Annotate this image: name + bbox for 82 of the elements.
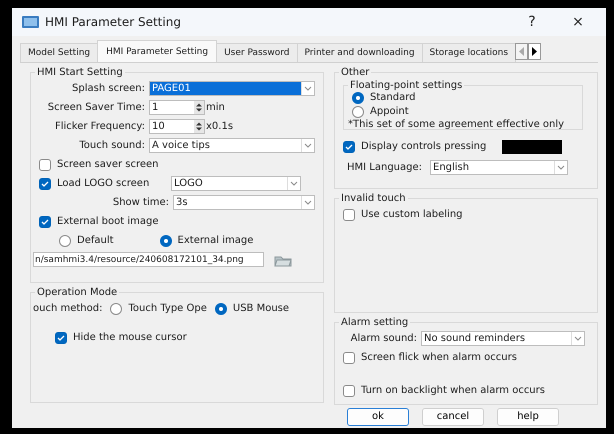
- checkbox-label: External boot image: [57, 216, 158, 228]
- check-icon: [41, 218, 49, 226]
- tab[interactable]: User Password: [216, 43, 298, 62]
- radio-button[interactable]: [214, 302, 227, 315]
- field-label: Flicker Frequency:: [54, 121, 145, 132]
- field-label: Splash screen:: [71, 83, 145, 94]
- unit-label: x0.1s: [206, 121, 234, 132]
- checkbox-label: Hide the mouse cursor: [73, 332, 187, 344]
- checkbox-label: Display controls pressing: [361, 141, 486, 152]
- dropdown-arrow-icon[interactable]: [554, 161, 567, 174]
- title-bar-button[interactable]: ×: [558, 8, 598, 36]
- dropdown[interactable]: PAGE01: [149, 81, 315, 96]
- checkbox[interactable]: [343, 352, 355, 364]
- dropdown-arrow-icon[interactable]: [301, 82, 314, 96]
- tab[interactable]: HMI Parameter Setting: [97, 40, 218, 62]
- checkbox[interactable]: [343, 384, 355, 397]
- unit-label: min: [206, 102, 225, 114]
- spin-field[interactable]: 1: [149, 100, 205, 116]
- radio-label: Default: [77, 235, 114, 246]
- radio-button[interactable]: [160, 234, 172, 247]
- spin-arrows-icon[interactable]: [194, 120, 204, 134]
- dialog-button[interactable]: ok: [347, 408, 409, 426]
- checkbox[interactable]: [343, 140, 355, 153]
- checkbox[interactable]: [39, 178, 51, 190]
- spin-field[interactable]: 10: [149, 119, 205, 134]
- app-icon: [22, 16, 39, 28]
- dropdown-arrow-icon[interactable]: [287, 177, 300, 190]
- field-label: Screen Saver Time:: [46, 102, 145, 114]
- spin-arrows-icon[interactable]: [194, 101, 204, 114]
- dropdown[interactable]: A voice tips: [149, 138, 315, 154]
- radio-label: External image: [178, 235, 254, 246]
- dropdown-arrow-icon[interactable]: [571, 332, 584, 346]
- right-triangle-icon: [531, 47, 538, 56]
- dropdown-arrow-icon[interactable]: [301, 196, 314, 210]
- check-icon: [41, 180, 49, 188]
- group-title: Other: [340, 67, 370, 78]
- field-label: Show time:: [112, 197, 169, 208]
- dropdown[interactable]: English: [430, 160, 568, 176]
- title-bar-button[interactable]: ?: [512, 8, 552, 36]
- note-text: *This set of some agreement effective only: [348, 119, 566, 130]
- checkbox-label: Load LOGO screen: [57, 178, 150, 190]
- dialog-button[interactable]: cancel: [422, 408, 484, 426]
- file-path-field[interactable]: n/samhmi3.4/resource/240608172101_34.png: [33, 252, 264, 268]
- checkbox[interactable]: [55, 332, 67, 344]
- checkbox[interactable]: [39, 216, 51, 228]
- radio-button[interactable]: [110, 302, 122, 315]
- radio-button[interactable]: [352, 106, 364, 118]
- tab[interactable]: Storage locations: [422, 43, 516, 62]
- field-label: Touch sound:: [78, 140, 145, 152]
- check-icon: [345, 142, 353, 151]
- group-title: HMI Start Setting: [36, 67, 124, 78]
- checkbox-label: Turn on backlight when alarm occurs: [361, 385, 545, 396]
- left-triangle-icon: [518, 47, 526, 56]
- field-label: ouch method:: [33, 303, 102, 314]
- group-title: Alarm setting: [340, 317, 410, 328]
- scroll-right-button[interactable]: [528, 43, 542, 60]
- tab[interactable]: Model Setting: [20, 43, 98, 62]
- radio-label: USB Mouse: [232, 303, 290, 314]
- radio-label: Appoint: [370, 106, 409, 118]
- checkbox[interactable]: [343, 208, 355, 221]
- radio-label: Touch Type Ope: [128, 303, 207, 314]
- dropdown[interactable]: LOGO: [171, 176, 301, 192]
- checkbox-label: Screen flick when alarm occurs: [361, 352, 517, 364]
- checkbox-label: Use custom labeling: [361, 209, 463, 220]
- field-label: Alarm sound:: [350, 333, 417, 344]
- dialog-button[interactable]: help: [497, 408, 559, 426]
- dropdown-arrow-icon[interactable]: [301, 139, 314, 152]
- radio-button[interactable]: [59, 234, 71, 247]
- check-icon: [57, 334, 65, 342]
- dropdown[interactable]: 3s: [173, 195, 315, 210]
- redaction-bar: [502, 140, 562, 154]
- group-title: Operation Mode: [36, 287, 118, 298]
- checkbox[interactable]: [39, 158, 51, 171]
- group-title: Invalid touch: [340, 193, 407, 204]
- checkbox-label: Screen saver screen: [57, 159, 158, 170]
- group-title: Floating-point settings: [349, 80, 464, 92]
- tab[interactable]: Printer and downloading: [296, 43, 423, 62]
- dropdown[interactable]: No sound reminders: [421, 331, 585, 346]
- radio-label: Standard: [370, 92, 416, 104]
- radio-button[interactable]: [352, 92, 364, 104]
- field-label: HMI Language:: [347, 162, 422, 174]
- window-title: HMI Parameter Setting: [45, 15, 182, 30]
